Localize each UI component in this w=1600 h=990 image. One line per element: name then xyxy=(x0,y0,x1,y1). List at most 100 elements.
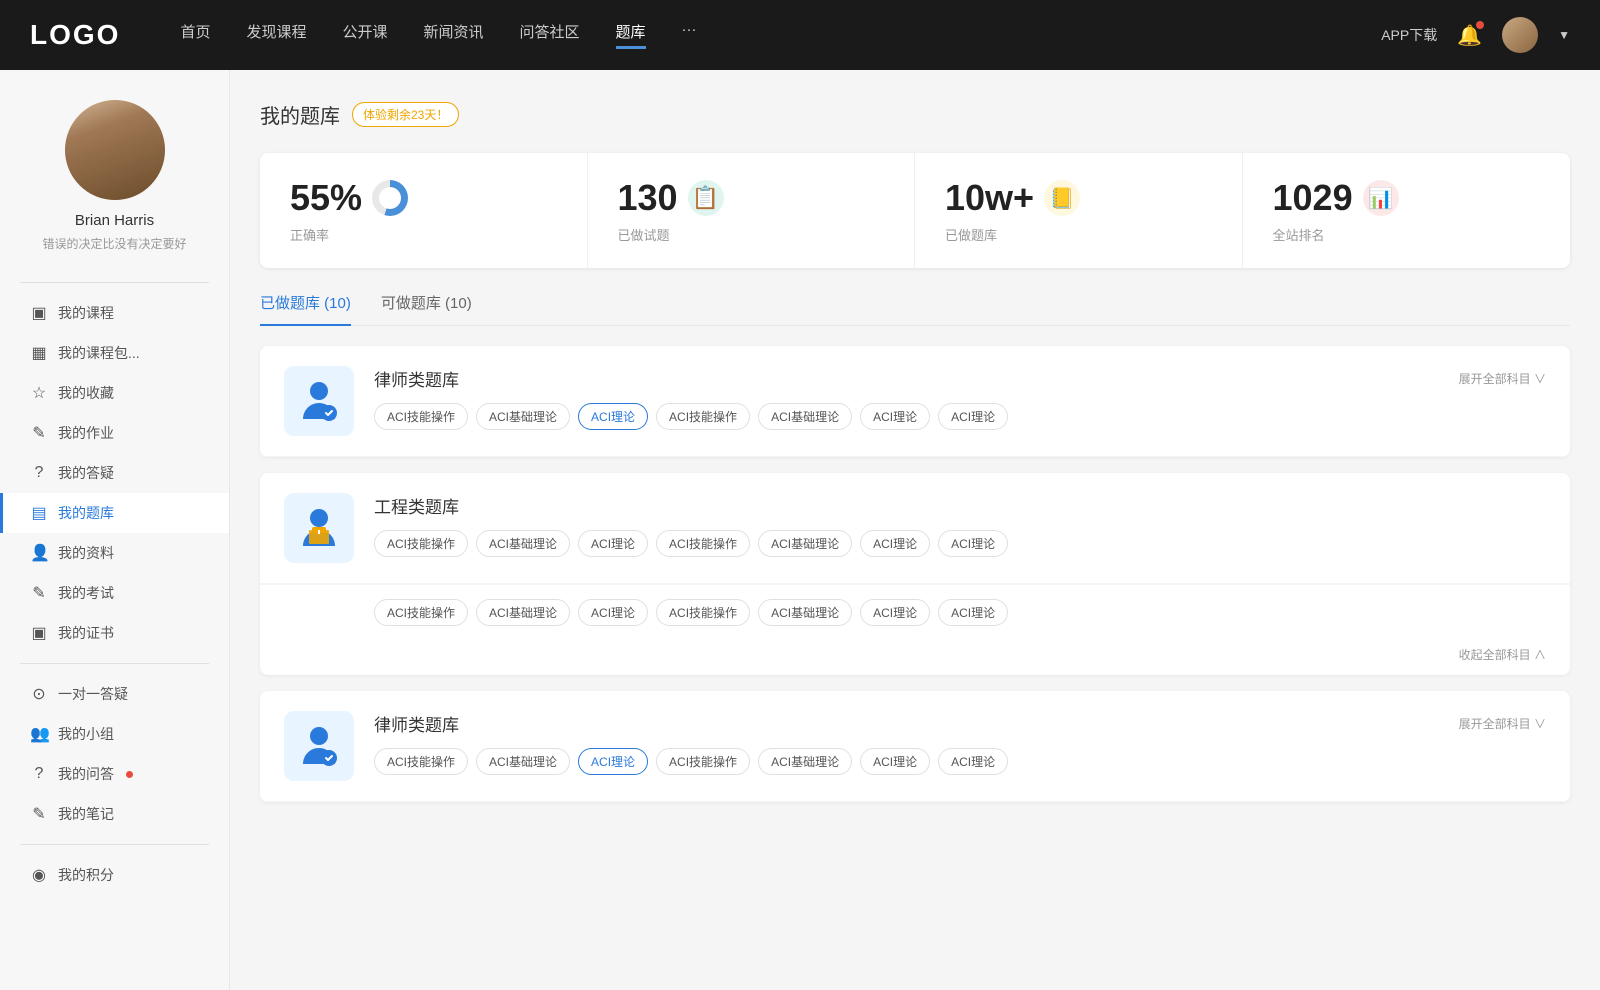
app-download-link[interactable]: APP下载 xyxy=(1381,25,1437,45)
tag[interactable]: ACI技能操作 xyxy=(656,748,750,775)
tag-active[interactable]: ACI理论 xyxy=(578,748,648,775)
done-questions-icon: 📋 xyxy=(688,180,724,216)
tag[interactable]: ACI基础理论 xyxy=(758,748,852,775)
tag[interactable]: ACI理论 xyxy=(860,530,930,557)
nav-more[interactable]: ··· xyxy=(682,21,697,49)
menu-label: 我的题库 xyxy=(58,503,114,523)
page-header: 我的题库 体验剩余23天！ xyxy=(260,100,1570,129)
tag[interactable]: ACI基础理论 xyxy=(476,403,570,430)
notification-bell[interactable]: 🔔 xyxy=(1457,23,1482,48)
tag[interactable]: ACI理论 xyxy=(578,599,648,626)
sidebar-item-question-bank[interactable]: ▤ 我的题库 xyxy=(0,493,229,533)
bank-card-1-tags: ACI技能操作 ACI基础理论 ACI理论 ACI技能操作 ACI基础理论 AC… xyxy=(374,403,1439,430)
tab-done-banks[interactable]: 已做题库 (10) xyxy=(260,292,351,325)
sidebar-item-questions[interactable]: ? 我的答疑 xyxy=(0,453,229,493)
sidebar-item-collection[interactable]: ☆ 我的收藏 xyxy=(0,373,229,413)
profile-icon: 👤 xyxy=(30,543,48,563)
tag[interactable]: ACI技能操作 xyxy=(374,530,468,557)
tag[interactable]: ACI理论 xyxy=(860,748,930,775)
nav-public-course[interactable]: 公开课 xyxy=(342,21,387,49)
sidebar-item-my-qa[interactable]: ? 我的问答 xyxy=(0,754,229,794)
bank-card-3: 律师类题库 ACI技能操作 ACI基础理论 ACI理论 ACI技能操作 ACI基… xyxy=(260,691,1570,802)
menu-label: 我的笔记 xyxy=(58,804,114,824)
tag[interactable]: ACI基础理论 xyxy=(758,530,852,557)
tag[interactable]: ACI技能操作 xyxy=(656,403,750,430)
tag-active[interactable]: ACI理论 xyxy=(578,403,648,430)
tag[interactable]: ACI技能操作 xyxy=(656,599,750,626)
tag[interactable]: ACI理论 xyxy=(938,530,1008,557)
pie-inner xyxy=(379,187,401,209)
tag[interactable]: ACI基础理论 xyxy=(476,530,570,557)
tag[interactable]: ACI理论 xyxy=(860,599,930,626)
stat-value-accuracy: 55% xyxy=(290,177,362,219)
sidebar-divider-3 xyxy=(20,844,209,845)
user-dropdown-icon[interactable]: ▼ xyxy=(1558,28,1570,42)
sidebar-item-notes[interactable]: ✎ 我的笔记 xyxy=(0,794,229,834)
nav-discover[interactable]: 发现课程 xyxy=(246,21,306,49)
nav-question-bank[interactable]: 题库 xyxy=(616,21,646,49)
menu-label: 我的课程包... xyxy=(58,343,140,363)
bank-icon: ▤ xyxy=(30,503,48,523)
navbar: LOGO 首页 发现课程 公开课 新闻资讯 问答社区 题库 ··· APP下载 … xyxy=(0,0,1600,70)
bank-card-2-tags-row2: ACI技能操作 ACI基础理论 ACI理论 ACI技能操作 ACI基础理论 AC… xyxy=(260,584,1570,640)
tag[interactable]: ACI理论 xyxy=(860,403,930,430)
sidebar-item-1on1[interactable]: ⊙ 一对一答疑 xyxy=(0,674,229,714)
accuracy-pie-icon xyxy=(372,180,408,216)
homework-icon: ✎ xyxy=(30,423,48,443)
tag[interactable]: ACI基础理论 xyxy=(476,599,570,626)
tag[interactable]: ACI技能操作 xyxy=(374,403,468,430)
avatar[interactable] xyxy=(1502,17,1538,53)
stat-rank: 1029 📊 全站排名 xyxy=(1243,153,1571,268)
tag[interactable]: ACI技能操作 xyxy=(374,748,468,775)
bank-card-2: 工程类题库 ACI技能操作 ACI基础理论 ACI理论 ACI技能操作 ACI基… xyxy=(260,473,1570,675)
tab-available-banks[interactable]: 可做题库 (10) xyxy=(381,292,472,325)
stat-label-done: 已做试题 xyxy=(618,225,885,244)
bank-card-1-header: 律师类题库 ACI技能操作 ACI基础理论 ACI理论 ACI技能操作 ACI基… xyxy=(260,346,1570,457)
tag[interactable]: ACI理论 xyxy=(578,530,648,557)
nav-menu: 首页 发现课程 公开课 新闻资讯 问答社区 题库 ··· xyxy=(180,21,1381,49)
qa-badge xyxy=(126,771,133,778)
tag[interactable]: ACI技能操作 xyxy=(656,530,750,557)
tabs-row: 已做题库 (10) 可做题库 (10) xyxy=(260,292,1570,326)
sidebar-item-my-course[interactable]: ▣ 我的课程 xyxy=(0,293,229,333)
sidebar-item-profile[interactable]: 👤 我的资料 xyxy=(0,533,229,573)
bank-card-2-collapse[interactable]: 收起全部科目 ∧ xyxy=(260,640,1570,675)
notification-dot xyxy=(1476,21,1484,29)
tag[interactable]: ACI基础理论 xyxy=(476,748,570,775)
tag[interactable]: ACI基础理论 xyxy=(758,403,852,430)
menu-label: 我的作业 xyxy=(58,423,114,443)
sidebar-item-points[interactable]: ◉ 我的积分 xyxy=(0,855,229,895)
sidebar-item-exam[interactable]: ✎ 我的考试 xyxy=(0,573,229,613)
nav-qa[interactable]: 问答社区 xyxy=(520,21,580,49)
bank-card-2-content: 工程类题库 ACI技能操作 ACI基础理论 ACI理论 ACI技能操作 ACI基… xyxy=(374,493,1546,557)
tag[interactable]: ACI技能操作 xyxy=(374,599,468,626)
package-icon: ▦ xyxy=(30,343,48,363)
tag[interactable]: ACI理论 xyxy=(938,403,1008,430)
tag[interactable]: ACI基础理论 xyxy=(758,599,852,626)
bank-card-2-tags-row1: ACI技能操作 ACI基础理论 ACI理论 ACI技能操作 ACI基础理论 AC… xyxy=(374,530,1546,557)
done-banks-icon: 📒 xyxy=(1044,180,1080,216)
nav-home[interactable]: 首页 xyxy=(180,21,210,49)
sidebar-motto: 错误的决定比没有决定要好 xyxy=(20,235,209,252)
sidebar-item-homework[interactable]: ✎ 我的作业 xyxy=(0,413,229,453)
stat-done-banks: 10w+ 📒 已做题库 xyxy=(915,153,1243,268)
menu-label: 我的小组 xyxy=(58,724,114,744)
nav-news[interactable]: 新闻资讯 xyxy=(424,21,484,49)
cert-icon: ▣ xyxy=(30,623,48,643)
chat-icon: ⊙ xyxy=(30,684,48,704)
bank-card-1-content: 律师类题库 ACI技能操作 ACI基础理论 ACI理论 ACI技能操作 ACI基… xyxy=(374,366,1439,430)
sidebar-item-group[interactable]: 👥 我的小组 xyxy=(0,714,229,754)
group-icon: 👥 xyxy=(30,724,48,744)
star-icon: ☆ xyxy=(30,383,48,403)
tag[interactable]: ACI理论 xyxy=(938,748,1008,775)
bank-card-3-header: 律师类题库 ACI技能操作 ACI基础理论 ACI理论 ACI技能操作 ACI基… xyxy=(260,691,1570,802)
qa-icon: ? xyxy=(30,765,48,783)
sidebar-item-course-package[interactable]: ▦ 我的课程包... xyxy=(0,333,229,373)
tag[interactable]: ACI理论 xyxy=(938,599,1008,626)
menu-label: 一对一答疑 xyxy=(58,684,128,704)
navbar-right: APP下载 🔔 ▼ xyxy=(1381,17,1570,53)
bank-card-1-expand[interactable]: 展开全部科目 ∨ xyxy=(1459,366,1546,387)
bank-card-3-expand[interactable]: 展开全部科目 ∨ xyxy=(1459,711,1546,732)
sidebar-item-certificate[interactable]: ▣ 我的证书 xyxy=(0,613,229,653)
stats-row: 55% 正确率 130 📋 已做试题 10w+ 📒 xyxy=(260,153,1570,268)
